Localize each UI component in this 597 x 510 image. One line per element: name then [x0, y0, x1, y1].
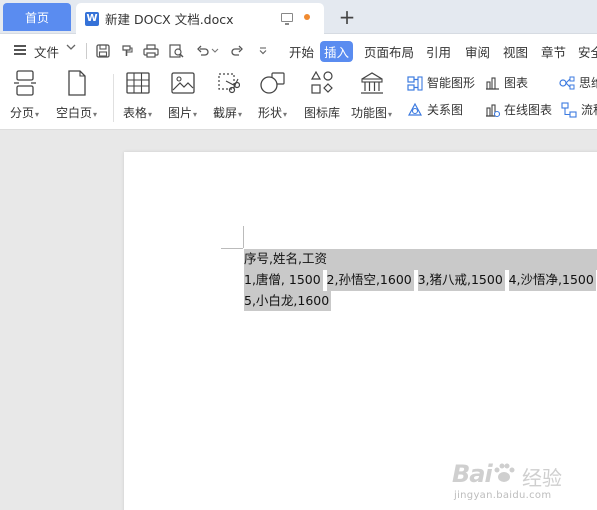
document-page[interactable]: 序号,姓名,工资 1,唐僧, 1500 2,孙悟空,1600 3,猪八戒,150…	[124, 152, 597, 510]
ribbon-divider	[113, 74, 114, 122]
margin-marker-horizontal	[221, 248, 243, 249]
text-line[interactable]: 2,孙悟空,1600	[326, 269, 414, 291]
relation-chart-label: 关系图	[427, 103, 464, 117]
blank-page-icon	[64, 70, 90, 96]
hamburger-icon[interactable]	[14, 45, 26, 55]
table-label: 表格	[123, 106, 148, 120]
flowchart-button[interactable]: 流程	[561, 101, 597, 118]
print-icon[interactable]	[142, 42, 160, 60]
margin-marker-vertical	[243, 226, 244, 248]
menu-file[interactable]: 文件	[34, 42, 59, 61]
function-chart-icon	[359, 70, 385, 96]
page-break-icon	[12, 70, 38, 96]
online-chart-icon	[484, 102, 500, 118]
function-chart-button[interactable]: 功能图▾	[351, 70, 392, 121]
bar-chart-icon	[484, 75, 500, 91]
relation-chart-icon	[407, 102, 423, 118]
screenshot-button[interactable]: 截屏▾	[213, 70, 242, 121]
shape-icon	[259, 70, 286, 96]
tab-bar: 首页 W 新建 DOCX 文档.docx +	[0, 0, 597, 34]
table-button[interactable]: 表格▾	[123, 70, 152, 121]
menu-divider	[86, 43, 87, 59]
shape-label: 形状	[258, 106, 283, 120]
unsaved-dot-icon	[304, 14, 310, 20]
shape-button[interactable]: 形状▾	[258, 70, 287, 121]
menu-tab-security[interactable]: 安全	[578, 42, 597, 61]
page-break-button[interactable]: 分页▾	[10, 70, 39, 121]
text-line[interactable]: 1,唐僧, 1500	[244, 269, 323, 291]
screenshot-icon	[215, 70, 241, 96]
icon-library-button[interactable]: 图标库	[304, 70, 340, 121]
menu-tab-start[interactable]: 开始	[289, 42, 314, 61]
mindmap-label: 思维	[579, 76, 597, 90]
redo-icon[interactable]	[228, 42, 246, 60]
document-tab-title: 新建 DOCX 文档.docx	[105, 12, 234, 27]
online-chart-button[interactable]: 在线图表	[484, 101, 552, 118]
paw-icon	[493, 462, 515, 484]
format-painter-icon[interactable]	[118, 42, 136, 60]
menu-tab-review[interactable]: 审阅	[465, 42, 490, 61]
print-preview-icon[interactable]	[168, 42, 186, 60]
flowchart-icon	[561, 101, 577, 118]
blank-page-button[interactable]: 空白页▾	[56, 70, 97, 121]
watermark-logo-text: Bai	[452, 460, 493, 488]
writer-doc-icon: W	[85, 11, 99, 26]
page-break-label: 分页	[10, 106, 35, 120]
chart-label: 图表	[504, 76, 529, 90]
online-chart-label: 在线图表	[504, 103, 553, 117]
text-line[interactable]: 序号,姓名,工资	[244, 249, 597, 270]
insert-ribbon: 分页▾ 空白页▾ 表格▾ 图片▾ 截屏▾ 形状▾ 图标库 功能图▾ 智能图形 图…	[0, 66, 597, 130]
screenshot-label: 截屏	[213, 106, 238, 120]
tab-home[interactable]: 首页	[3, 3, 71, 31]
smart-art-button[interactable]: 智能图形	[407, 74, 475, 91]
monitor-icon[interactable]	[281, 13, 293, 25]
table-icon	[125, 70, 151, 96]
new-tab-button[interactable]: +	[336, 5, 358, 29]
chevron-down-icon[interactable]	[66, 43, 76, 54]
picture-label: 图片	[168, 106, 193, 120]
customize-toolbar-icon[interactable]	[254, 42, 272, 60]
picture-icon	[170, 70, 196, 96]
watermark-jingyan-text: 经验	[522, 466, 562, 490]
document-content[interactable]: 序号,姓名,工资 1,唐僧, 1500 2,孙悟空,1600 3,猪八戒,150…	[244, 249, 597, 312]
menu-tab-insert[interactable]: 插入	[320, 41, 354, 62]
document-workspace[interactable]: 序号,姓名,工资 1,唐僧, 1500 2,孙悟空,1600 3,猪八戒,150…	[0, 131, 597, 510]
undo-dropdown-icon[interactable]	[210, 42, 220, 60]
relation-chart-button[interactable]: 关系图	[407, 101, 463, 118]
mindmap-icon	[559, 75, 575, 91]
icon-library-icon	[309, 70, 335, 96]
smart-art-label: 智能图形	[427, 76, 476, 90]
picture-button[interactable]: 图片▾	[168, 70, 197, 121]
watermark-url: jingyan.baidu.com	[454, 490, 552, 501]
text-line[interactable]: 4,沙悟净,1500	[508, 269, 596, 291]
function-chart-label: 功能图	[351, 106, 388, 120]
menu-tab-chapter[interactable]: 章节	[541, 42, 566, 61]
text-line[interactable]: 3,猪八戒,1500	[417, 269, 505, 291]
blank-page-label: 空白页	[56, 106, 93, 120]
icon-library-label: 图标库	[304, 106, 341, 120]
menu-bar: 文件 开始 插入 页面布局 引用 审阅 视图 章节 安全	[0, 34, 597, 66]
save-icon[interactable]	[94, 42, 112, 60]
text-line[interactable]: 5,小白龙,1600	[244, 290, 332, 312]
smart-art-icon	[407, 75, 423, 91]
menu-tab-references[interactable]: 引用	[426, 42, 451, 61]
menu-tab-view[interactable]: 视图	[503, 42, 528, 61]
menu-tab-page-layout[interactable]: 页面布局	[364, 42, 414, 61]
tab-document[interactable]: W 新建 DOCX 文档.docx	[76, 3, 324, 34]
baidu-jingyan-watermark: Bai 经验 jingyan.baidu.com	[452, 460, 592, 506]
mindmap-button[interactable]: 思维	[559, 74, 597, 91]
flowchart-label: 流程	[581, 103, 597, 117]
chart-button[interactable]: 图表	[484, 74, 528, 91]
